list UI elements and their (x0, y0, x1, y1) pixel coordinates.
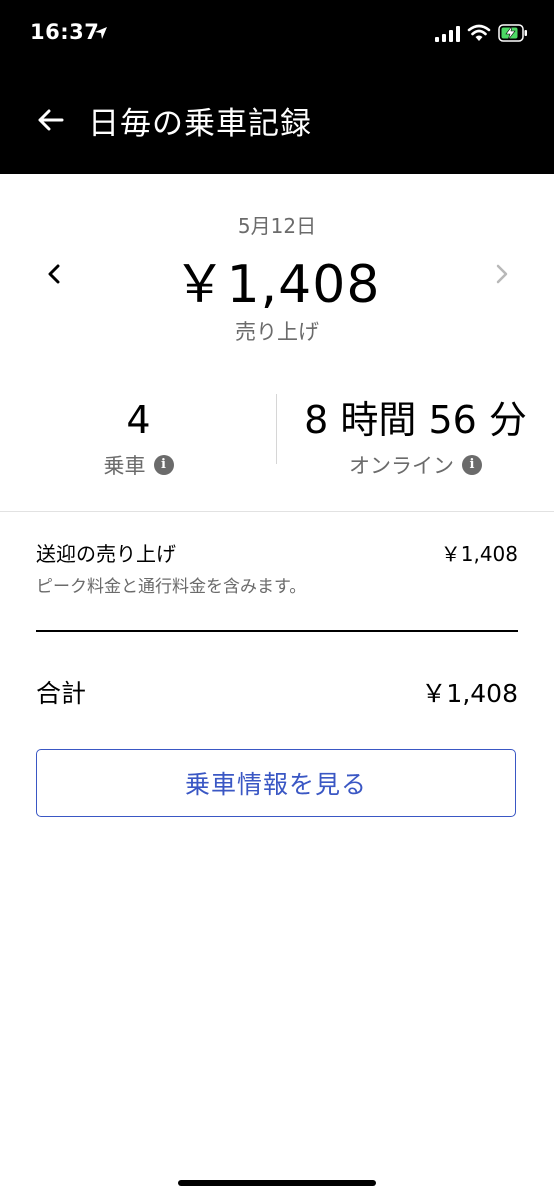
signal-icon (435, 26, 460, 42)
date-label: 5月12日 (237, 214, 317, 238)
battery-charging-icon (498, 24, 527, 42)
chevron-right-icon (496, 264, 508, 284)
status-time: 16:37 (30, 20, 100, 44)
section-divider (0, 511, 554, 512)
rides-stat: 4 乗車 i (0, 398, 277, 480)
view-trip-details-button[interactable]: 乗車情報を見る (36, 749, 516, 817)
back-arrow-icon (38, 109, 64, 131)
online-time: 8 時間 56 分 (304, 398, 527, 442)
home-indicator[interactable] (178, 1180, 376, 1186)
total-label: 合計 (36, 679, 87, 708)
info-icon[interactable]: i (153, 455, 174, 475)
page-title: 日毎の乗車記録 (88, 106, 312, 142)
online-label-row: オンライン i (277, 450, 554, 480)
location-arrow-icon (95, 27, 107, 39)
back-button[interactable] (30, 100, 70, 140)
online-time-stat: 8 時間 56 分 オンライン i (277, 398, 554, 480)
rides-label: 乗車 (103, 454, 146, 478)
next-day-button (484, 256, 520, 292)
online-label: オンライン (349, 454, 454, 478)
total-divider (36, 630, 518, 632)
nav-bar: 日毎の乗車記録 (0, 68, 554, 174)
wifi-icon (467, 24, 491, 41)
status-bar: 16:37 (0, 0, 554, 68)
fare-earnings-label: 送迎の売り上げ (36, 542, 176, 566)
rides-label-row: 乗車 i (0, 450, 277, 480)
total-amount: ￥1,408 (421, 679, 518, 708)
earnings-amount: ￥1,408 (173, 255, 381, 315)
rides-count: 4 (126, 398, 151, 442)
info-icon[interactable]: i (462, 455, 482, 475)
fare-earnings-note: ピーク料金と通行料金を含みます。 (36, 577, 307, 597)
fare-earnings-amount: ￥1,408 (440, 542, 518, 566)
earnings-caption: 売り上げ (235, 320, 319, 344)
